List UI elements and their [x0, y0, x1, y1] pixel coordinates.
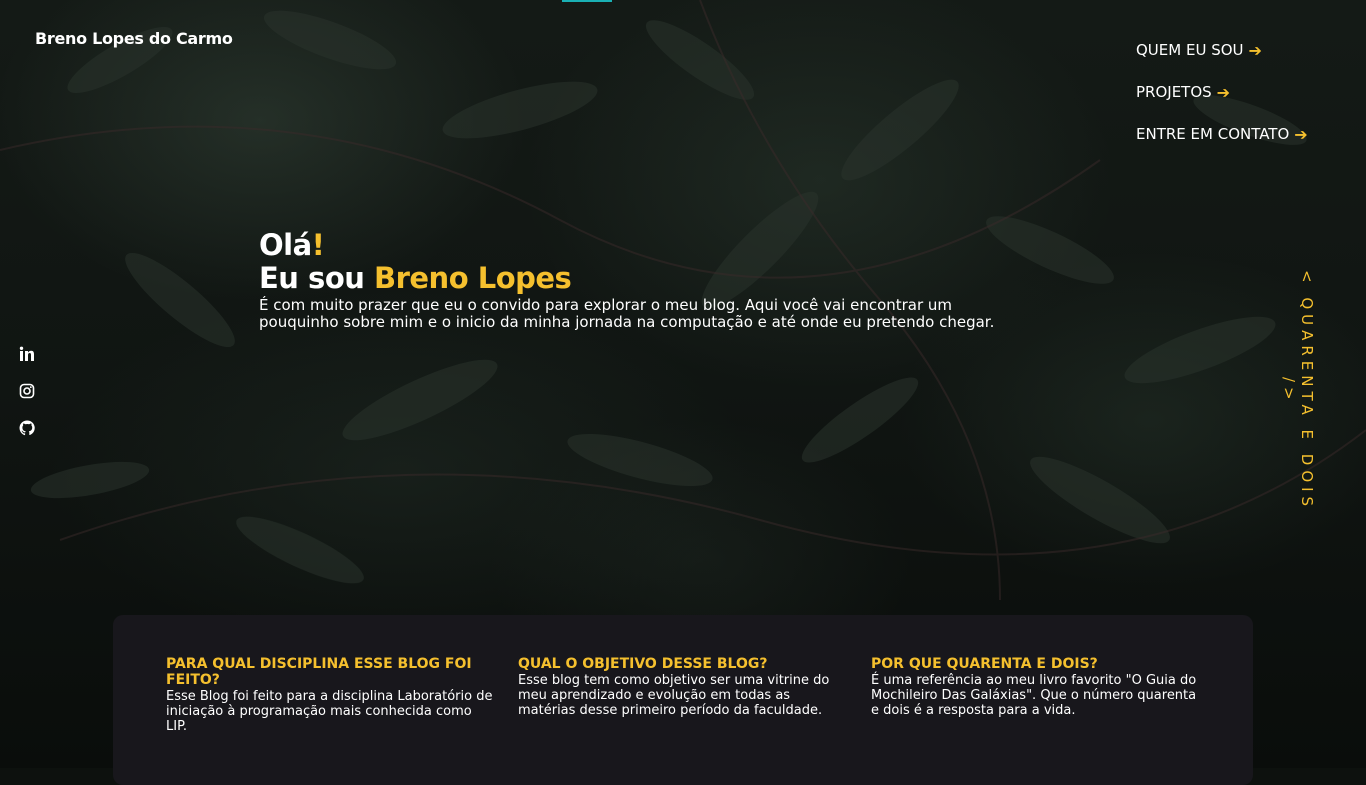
hero-section: Olá! Eu sou Breno Lopes É com muito praz… [259, 229, 1019, 331]
info-text: É uma referência ao meu livro favorito "… [871, 673, 1197, 718]
info-title: QUAL O OBJETIVO DESSE BLOG? [518, 656, 768, 672]
info-text: Esse blog tem como objetivo ser uma vitr… [518, 673, 830, 718]
instagram-icon[interactable] [19, 383, 35, 399]
info-column-objetivo: QUAL O OBJETIVO DESSE BLOG? Esse blog te… [518, 656, 846, 718]
hero-title: Eu sou Breno Lopes [259, 262, 1019, 295]
nav-item-entre-em-contato[interactable]: ENTRE EM CONTATO ➔ [1136, 113, 1308, 155]
greeting-mark: ! [311, 228, 325, 262]
arrow-right-icon: ➔ [1248, 40, 1262, 60]
top-accent-bar [562, 0, 612, 2]
nav-item-projetos[interactable]: PROJETOS ➔ [1136, 71, 1308, 113]
nav-item-quem-eu-sou[interactable]: QUEM EU SOU ➔ [1136, 29, 1308, 71]
info-title: POR QUE QUARENTA E DOIS? [871, 656, 1098, 672]
hero-greeting: Olá! [259, 229, 1019, 262]
nav-item-label: QUEM EU SOU [1136, 41, 1244, 59]
site-brand[interactable]: Breno Lopes do Carmo [35, 29, 233, 48]
main-nav: QUEM EU SOU ➔ PROJETOS ➔ ENTRE EM CONTAT… [1136, 29, 1308, 155]
hero-description: É com muito prazer que eu o convido para… [259, 296, 995, 331]
greeting-text: Olá [259, 228, 312, 262]
side-logo-label[interactable]: < QUARENTA E DOIS /> [1280, 266, 1316, 516]
nav-item-label: PROJETOS [1136, 83, 1212, 101]
info-column-disciplina: PARA QUAL DISCIPLINA ESSE BLOG FOI FEITO… [166, 656, 494, 734]
info-card: PARA QUAL DISCIPLINA ESSE BLOG FOI FEITO… [113, 615, 1253, 785]
social-links [19, 346, 37, 457]
info-text: Esse Blog foi feito para a disciplina La… [166, 689, 493, 734]
intro-prefix: Eu sou [259, 261, 374, 295]
info-title: PARA QUAL DISCIPLINA ESSE BLOG FOI FEITO… [166, 656, 472, 688]
nav-item-label: ENTRE EM CONTATO [1136, 125, 1290, 143]
arrow-right-icon: ➔ [1216, 82, 1231, 102]
linkedin-icon[interactable] [19, 346, 35, 362]
hero-name: Breno Lopes [373, 261, 572, 295]
info-column-quarenta-e-dois: POR QUE QUARENTA E DOIS? É uma referênci… [871, 656, 1199, 718]
github-icon[interactable] [19, 420, 35, 436]
arrow-right-icon: ➔ [1294, 124, 1308, 144]
